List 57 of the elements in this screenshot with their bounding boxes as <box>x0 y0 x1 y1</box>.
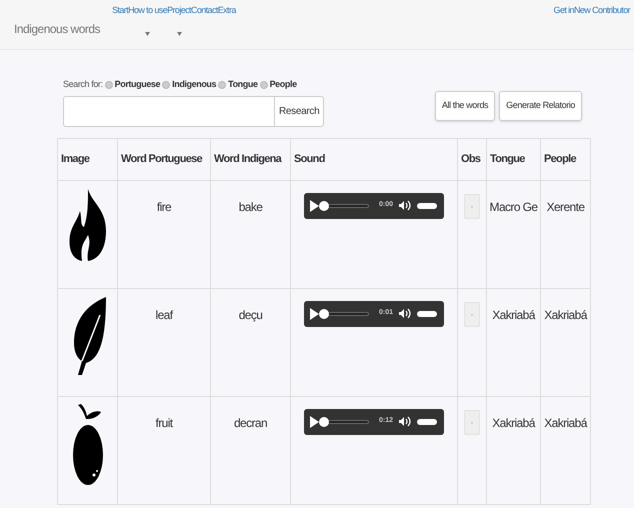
research-button[interactable]: Research <box>275 96 324 126</box>
radio-label: People <box>270 78 297 91</box>
column-header: Obs <box>458 138 486 180</box>
nav-link[interactable]: Contact <box>190 4 218 18</box>
column-header: Image <box>58 138 118 180</box>
radio-button[interactable] <box>260 80 268 89</box>
action-button[interactable]: All the words <box>434 91 496 121</box>
radio-button[interactable] <box>218 80 226 89</box>
action-button[interactable]: Generate Relatorio <box>499 91 582 121</box>
volume-fill[interactable] <box>417 202 438 208</box>
table-cell: deçu <box>238 308 262 322</box>
progress-thumb[interactable] <box>319 308 329 318</box>
nav-link[interactable]: How to use <box>128 4 168 18</box>
search-field[interactable] <box>63 96 275 126</box>
nav-link[interactable]: Get in <box>554 4 574 18</box>
obs-button[interactable]: - <box>464 194 480 219</box>
radio-label: Tongue <box>228 78 258 91</box>
progress-thumb[interactable] <box>319 200 329 210</box>
speaker-icon[interactable] <box>399 308 412 319</box>
column-header: People <box>540 138 590 180</box>
table-cell: fire <box>156 200 172 214</box>
obs-button[interactable]: - <box>464 410 480 435</box>
nav-link[interactable]: New Contributor <box>574 4 630 18</box>
table-cell: Xerente <box>546 200 584 214</box>
play-icon[interactable] <box>310 416 319 428</box>
table-cell: Xakriabá <box>544 416 587 430</box>
nav-link[interactable]: Project <box>167 4 191 18</box>
speaker-icon[interactable] <box>399 200 412 211</box>
table-cell: decran <box>234 416 268 430</box>
obs-button[interactable]: - <box>464 302 480 327</box>
volume-fill[interactable] <box>417 310 438 316</box>
column-header: Word Indigena <box>210 138 290 180</box>
table-cell: Xakriabá <box>492 308 535 322</box>
nav-link[interactable]: Extra <box>218 4 236 18</box>
table-cell: Xakriabá <box>492 416 535 430</box>
radio-button[interactable] <box>162 80 170 89</box>
volume-fill[interactable] <box>417 418 438 424</box>
caret-icon <box>145 32 150 36</box>
brand-title[interactable]: Indigenous words <box>14 20 100 38</box>
column-header: Sound <box>290 138 458 180</box>
play-icon[interactable] <box>310 200 319 212</box>
column-header: Word Portuguese <box>118 138 210 180</box>
table-cell: Xakriabá <box>544 308 587 322</box>
table-cell: Macro Ge <box>490 200 538 214</box>
table-cell: bake <box>238 200 262 214</box>
play-icon[interactable] <box>310 308 319 320</box>
radio-label: Portuguese <box>114 78 160 91</box>
table-cell: leaf <box>156 308 172 322</box>
radio-label: Indigenous <box>172 78 216 91</box>
progress-thumb[interactable] <box>319 416 329 426</box>
speaker-icon[interactable] <box>399 416 412 427</box>
table-cell: fruit <box>155 416 172 430</box>
radio-button[interactable] <box>104 80 113 89</box>
search-label: Search for: <box>63 78 103 91</box>
nav-link[interactable]: Start <box>112 4 128 18</box>
column-header: Tongue <box>486 138 540 180</box>
caret-icon <box>176 32 182 36</box>
